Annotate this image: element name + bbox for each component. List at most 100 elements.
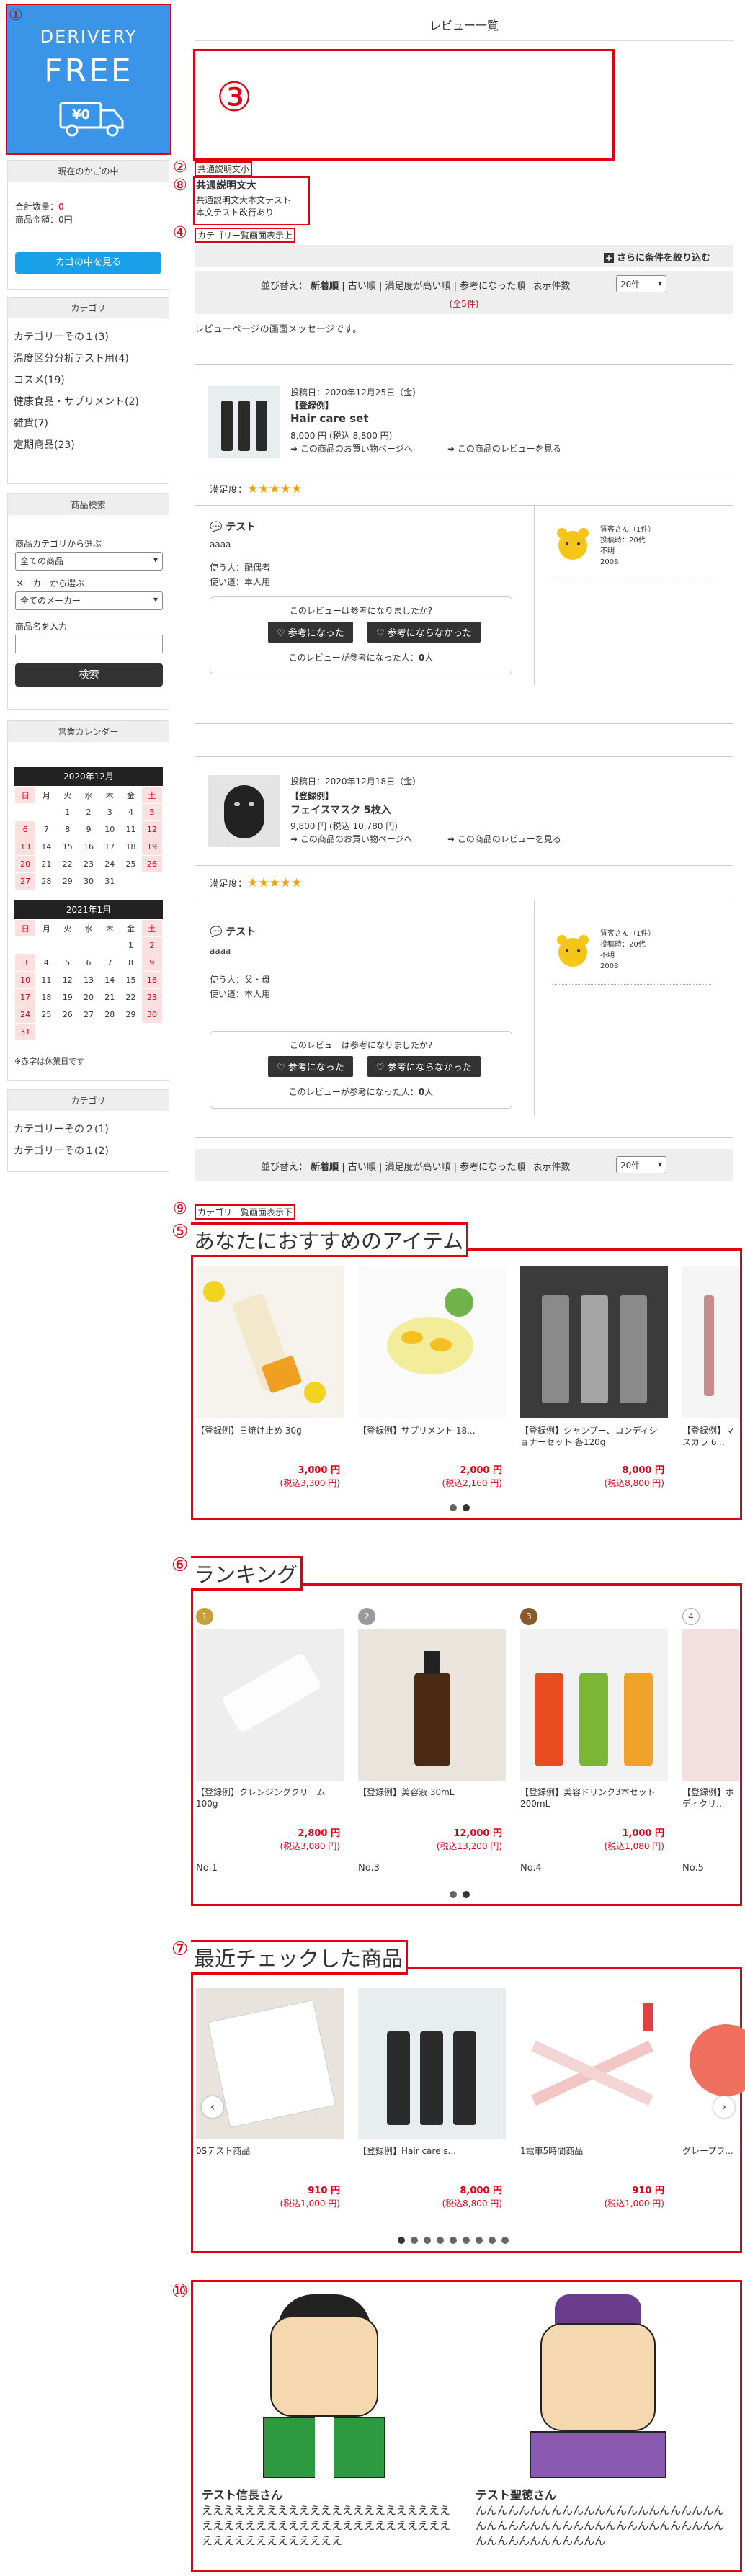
count-select[interactable]: 20件 ▾ <box>616 275 666 292</box>
category-select[interactable]: 全ての商品 ▾ <box>15 552 163 571</box>
helpful-no-button[interactable]: ♡ 参考にならなかった <box>367 622 481 643</box>
calendar-day: 7 <box>35 820 58 838</box>
product-card-name[interactable]: 【登録例】ボディクリ... <box>682 1786 739 1810</box>
product-card-name[interactable]: 0Sテスト商品 <box>196 2145 340 2157</box>
product-name[interactable]: Hair care set <box>290 412 369 425</box>
chevron-down-icon: ▾ <box>657 278 662 288</box>
sort-newest[interactable]: 新着順 <box>311 281 339 292</box>
product-tax-price: (税込1,080 円) <box>604 1841 664 1851</box>
reviewer-age: 投稿時：20代 <box>600 941 646 949</box>
calendar-day <box>56 936 79 954</box>
sort-satisfaction[interactable]: 満足度が高い順 <box>385 1162 451 1173</box>
product-card-name[interactable]: 1電車5時間商品 <box>520 2145 664 2157</box>
product-card-name[interactable]: 【登録例】シャンプー、コンディショナーセット 各120g <box>520 1425 664 1448</box>
product-image[interactable] <box>520 1266 668 1418</box>
product-card-name[interactable]: 【登録例】サプリメント 18... <box>358 1425 502 1436</box>
product-card-name[interactable]: 【登録例】マスカラ 6... <box>682 1425 739 1448</box>
chevron-down-icon: ▾ <box>153 594 158 604</box>
weekday-header: 火 <box>56 919 79 937</box>
brand-line1: DERIVERY <box>40 27 138 47</box>
product-card-name[interactable]: 【登録例】日焼け止め 30g <box>196 1425 340 1436</box>
category-link[interactable]: 健康食品・サプリメント(2) <box>8 390 169 412</box>
calendar-day <box>35 1023 58 1041</box>
helpful-yes-button[interactable]: ♡ 参考になった <box>268 622 353 643</box>
category-link[interactable]: カテゴリーその１(3) <box>8 326 169 347</box>
sort-helpful[interactable]: 参考になった順 <box>460 281 525 292</box>
product-image[interactable] <box>682 1266 739 1418</box>
comment-icon: 💬 <box>210 522 223 533</box>
sort-satisfaction[interactable]: 満足度が高い順 <box>385 281 451 292</box>
reviewer-avatar <box>556 527 590 561</box>
carousel-prev-button[interactable]: ‹ <box>202 2096 223 2118</box>
product-image[interactable] <box>196 1266 344 1418</box>
product-image[interactable] <box>196 1629 344 1781</box>
maker-select[interactable]: 全てのメーカー ▾ <box>15 591 163 610</box>
sort-oldest[interactable]: 古い順 <box>348 1162 376 1173</box>
carousel-dots[interactable] <box>395 2236 512 2247</box>
reviewer-name: 質客さん（1件） <box>600 526 656 534</box>
product-thumbnail[interactable] <box>208 386 280 458</box>
product-tag: 【登録例】 <box>290 401 334 411</box>
common-note-large: 共通説明文大 <box>196 180 256 192</box>
product-reviews-link[interactable]: ➜ この商品のレビューを見る <box>447 833 561 845</box>
sort-helpful[interactable]: 参考になった順 <box>460 1162 525 1173</box>
calendar-day: 21 <box>99 988 121 1006</box>
sort-bar-bottom: 並び替え： 新着順 | 古い順 | 満足度が高い順 | 参考になった順 表示件数… <box>195 1149 733 1181</box>
helpful-yes-button[interactable]: ♡ 参考になった <box>268 1056 353 1077</box>
rank-badge: 3 <box>520 1608 537 1625</box>
category-link[interactable]: カテゴリーその２(1) <box>8 1118 169 1140</box>
weekday-header: 火 <box>56 786 79 804</box>
samurai-illustration <box>249 2294 400 2478</box>
category-link[interactable]: 雑貨(7) <box>8 412 169 434</box>
view-cart-button[interactable]: カゴの中を見る <box>15 252 161 274</box>
free-delivery-banner[interactable]: DERIVERY FREE ¥0 ① <box>6 4 171 155</box>
shop-link-label: この商品のお買い物ページへ <box>300 444 413 454</box>
product-image[interactable] <box>520 1988 668 2139</box>
product-reviews-link[interactable]: ➜ この商品のレビューを見る <box>447 442 561 455</box>
product-image[interactable] <box>682 1629 739 1781</box>
product-image[interactable] <box>196 1988 344 2139</box>
product-image[interactable] <box>358 1629 506 1781</box>
carousel-dots[interactable] <box>447 1890 473 1901</box>
product-card-name[interactable]: 【登録例】美容液 30mL <box>358 1786 502 1798</box>
product-image[interactable] <box>358 1266 506 1418</box>
product-card-name[interactable]: グレープフ... <box>682 2145 739 2158</box>
product-thumbnail[interactable] <box>208 775 280 847</box>
shop-link[interactable]: ➜ この商品のお買い物ページへ <box>290 442 413 455</box>
banner-card[interactable]: テスト信長さん ええええええええええええええええええええええええええええええええ… <box>198 2291 458 2564</box>
product-image[interactable] <box>358 1988 506 2139</box>
product-price: 2,800 円 <box>298 1828 340 1839</box>
calendar-day: 30 <box>140 1006 164 1024</box>
rank-number: No.3 <box>358 1863 380 1874</box>
carousel-dots[interactable] <box>447 1503 473 1514</box>
narrow-filter-button[interactable]: + さらに条件を絞り込む <box>604 250 710 264</box>
category-link[interactable]: コスメ(19) <box>8 369 169 390</box>
banner-card[interactable]: テスト聖徳さん んんんんんんんんんんんんんんんんんんんんんんんんんんんんんんんん… <box>472 2291 731 2564</box>
product-tax-price: (税込13,200 円) <box>436 1841 502 1851</box>
helpful-no-button[interactable]: ♡ 参考にならなかった <box>367 1056 481 1077</box>
sort-oldest[interactable]: 古い順 <box>348 281 376 292</box>
calendar-day: 10 <box>14 971 37 989</box>
product-card-name[interactable]: 【登録例】Hair care s... <box>358 2145 502 2157</box>
product-name[interactable]: フェイスマスク 5枚入 <box>290 802 391 817</box>
maker-select-label: メーカーから選ぶ <box>15 578 85 589</box>
review-body: aaaa <box>210 946 231 956</box>
sort-newest[interactable]: 新着順 <box>311 1162 339 1173</box>
product-image[interactable] <box>682 1988 745 2139</box>
count-select[interactable]: 20件 ▾ <box>616 1156 666 1173</box>
product-name-input[interactable] <box>15 635 163 653</box>
search-button[interactable]: 検索 <box>15 663 163 687</box>
carousel-next-button[interactable]: › <box>713 2096 735 2118</box>
category-link[interactable]: 定期商品(23) <box>8 434 169 455</box>
category-link[interactable]: 温度区分分析テスト用(4) <box>8 347 169 369</box>
product-card-name[interactable]: 【登録例】美容ドリンク3本セット 200mL <box>520 1786 664 1810</box>
calendar-day: 30 <box>77 872 100 890</box>
calendar-day: 22 <box>120 988 142 1006</box>
count-value: 20件 <box>620 1160 641 1171</box>
product-image[interactable] <box>520 1629 668 1781</box>
category-link[interactable]: カテゴリーその１(2) <box>8 1140 169 1161</box>
shop-link[interactable]: ➜ この商品のお買い物ページへ <box>290 833 413 845</box>
product-card-name[interactable]: 【登録例】クレンジングクリーム 100g <box>196 1786 340 1810</box>
shop-link-label: この商品のお買い物ページへ <box>300 834 413 844</box>
star-rating-icon: ★★★★★ <box>247 482 303 496</box>
